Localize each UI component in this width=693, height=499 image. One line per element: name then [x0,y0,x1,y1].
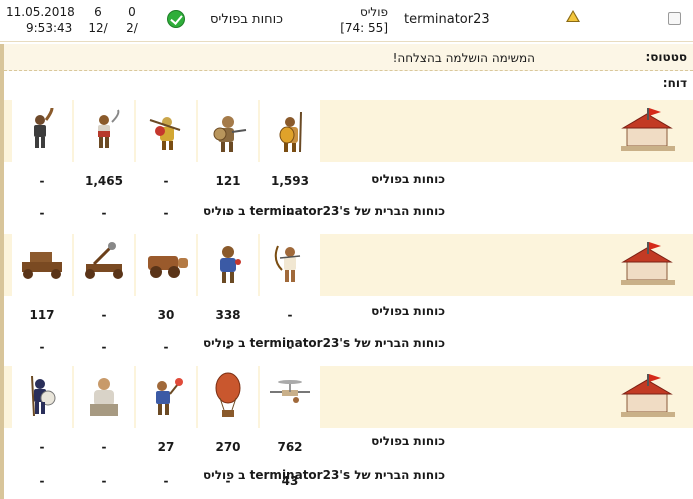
target-city-coords: [74: 55] [340,21,388,35]
allied-troops-count: - [39,340,45,354]
allied-troops-count: - [225,474,231,488]
own-troops-label: כוחות בפוליס [371,172,445,186]
allied-troops-count: - [101,340,107,354]
philosopher-icon[interactable] [74,366,134,428]
own-troops-count: 1,465 [85,174,123,188]
flying-machine-icon[interactable] [260,366,320,428]
allied-troops-count: - [101,206,107,220]
own-troops-count: 27 [157,440,175,454]
report-datetime: 11.05.2018 9:53:43 [6,4,75,36]
hoplite-icon[interactable] [260,100,320,162]
status-row: סטטוס: המשימה הושלמה בהצלחה! [4,44,693,71]
allied-troops-count: - [163,340,169,354]
archer-unit-icon[interactable] [260,234,320,296]
own-troops-count: 121 [215,174,241,188]
allied-troops-count: - [287,340,293,354]
report-label: דוח: [662,76,687,90]
report-title[interactable]: כוחות בפוליס [210,12,283,27]
allied-troops-count: - [287,206,293,220]
status-value: המשימה הושלמה בהצלחה! [392,51,535,65]
own-troops-count: 270 [215,440,241,454]
allied-troops-count: - [163,474,169,488]
catapult-icon[interactable] [74,234,134,296]
allied-troops-count: - [101,474,107,488]
own-troops-count: 762 [277,440,303,454]
chariot-icon[interactable] [136,234,196,296]
unit-count-bottom: /12 [88,21,108,35]
loss-count-column: 0 /2 [120,4,144,36]
city-icon [621,374,675,417]
target-city[interactable]: פוליס [74: 55] [330,4,388,36]
own-troops-count: - [39,174,45,188]
own-troops-label: כוחות בפוליס [371,434,445,448]
select-report-checkbox[interactable] [668,12,681,25]
slinger-unit-icon[interactable] [198,234,258,296]
unit-count-column: 6 /12 [87,4,109,36]
own-troops-count: - [163,174,169,188]
own-troops-count: 117 [29,308,55,322]
success-check-icon [167,10,185,28]
swordsman-icon[interactable] [12,100,72,162]
target-city-name[interactable]: פוליס [330,4,388,20]
slinger-icon[interactable] [136,100,196,162]
loss-count-bottom: /2 [126,21,138,35]
allied-troops-count: - [39,206,45,220]
own-troops-count: 1,593 [271,174,309,188]
allied-troops-count: - [225,340,231,354]
spartan-icon[interactable] [12,366,72,428]
archer-icon[interactable] [198,100,258,162]
own-troops-count: 30 [157,308,175,322]
own-troops-count: - [101,308,107,322]
allied-troops-count: - [225,206,231,220]
allied-troops-count: - [39,474,45,488]
own-troops-count: - [101,440,107,454]
player-name[interactable]: terminator23 [404,12,490,27]
own-troops-count: - [39,440,45,454]
report-header-row[interactable]: 11.05.2018 9:53:43 6 /12 0 /2 כוחות בפול… [0,0,693,42]
report-time: 9:53:43 [26,21,73,35]
balloon-icon[interactable] [198,366,258,428]
loss-count-top: 0 [128,5,136,19]
own-troops-count: 338 [215,308,241,322]
allied-troops-count: 43 [281,474,299,488]
own-troops-label: כוחות בפוליס [371,304,445,318]
report-date: 11.05.2018 [6,5,75,19]
status-label: סטטוס: [645,50,687,64]
ballista-icon[interactable] [12,234,72,296]
city-icon [621,108,675,151]
torch-bearer-icon[interactable] [136,366,196,428]
allied-troops-count: - [163,206,169,220]
own-troops-count: - [287,308,293,322]
city-icon [621,242,675,285]
unit-count-top: 6 [94,5,102,19]
cavalry-icon[interactable] [74,100,134,162]
warning-icon [566,10,580,22]
